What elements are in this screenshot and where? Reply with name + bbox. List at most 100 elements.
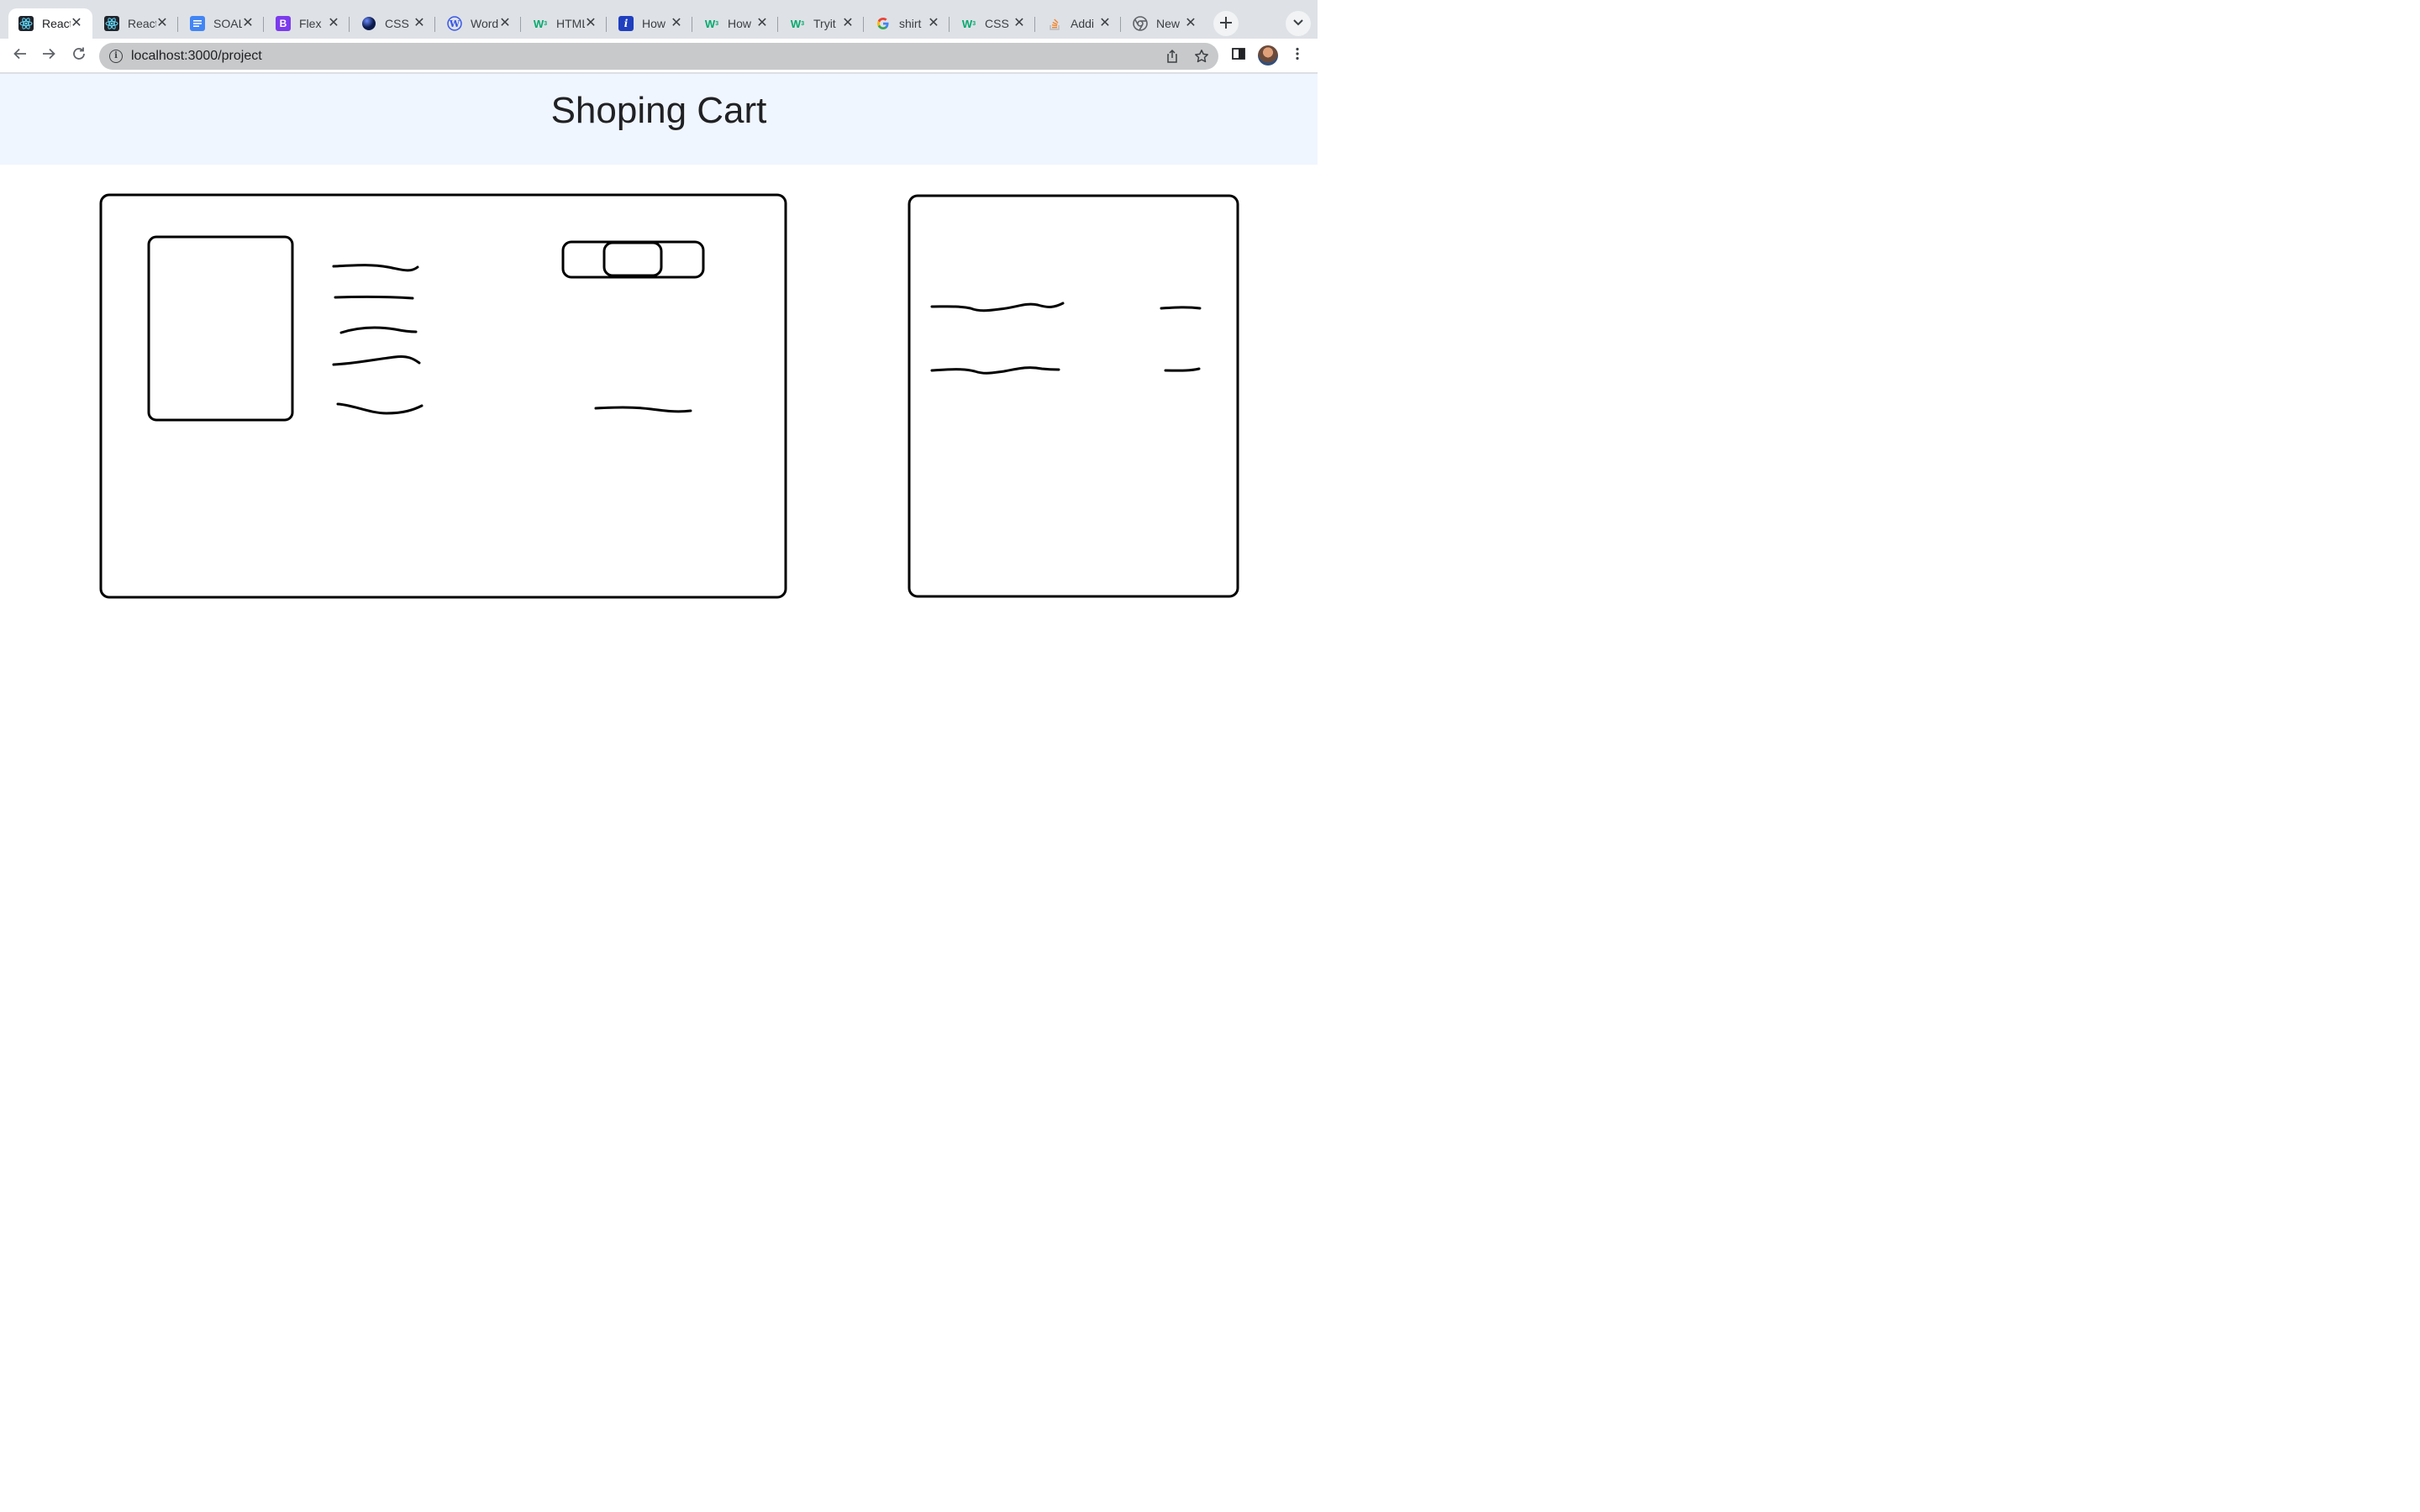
tab-label: React: [128, 17, 156, 30]
tab-shirt[interactable]: shirt ✕: [865, 8, 950, 39]
close-icon[interactable]: ✕: [583, 16, 598, 31]
tab-label: CSS: [985, 17, 1009, 30]
tab-how-1[interactable]: i How ✕: [608, 8, 692, 39]
tab-divider: [1034, 17, 1035, 32]
share-icon[interactable]: [1164, 48, 1181, 65]
w3schools-icon: W3: [961, 17, 976, 30]
tab-label: React: [42, 17, 71, 30]
profile-avatar[interactable]: [1258, 45, 1278, 66]
close-icon[interactable]: ✕: [497, 16, 513, 31]
tab-divider: [434, 17, 435, 32]
summary-label-line: [930, 366, 1060, 375]
close-icon[interactable]: ✕: [755, 16, 770, 31]
tab-label: Addi: [1071, 17, 1095, 30]
svg-text:W: W: [449, 18, 460, 29]
tab-css-2[interactable]: W3 CSS ✕: [951, 8, 1035, 39]
back-button[interactable]: [8, 44, 32, 67]
tab-tryit[interactable]: W3 Tryit ✕: [780, 8, 864, 39]
stackoverflow-icon: [1047, 16, 1062, 31]
tab-label: Flex: [299, 17, 322, 30]
w3schools-icon: W3: [533, 17, 548, 30]
w3schools-icon: W3: [704, 17, 719, 30]
item-price-line: [594, 406, 692, 413]
reload-icon: [71, 46, 87, 66]
side-panel-button[interactable]: [1228, 45, 1249, 66]
side-panel-icon: [1231, 46, 1246, 66]
tab-css-1[interactable]: CSS ✕: [351, 8, 435, 39]
tab-label: shirt: [899, 17, 922, 30]
plus-icon: [1219, 12, 1233, 35]
react-icon: [104, 16, 119, 31]
tab-label: New: [1156, 17, 1181, 30]
tab-how-2[interactable]: W3 How ✕: [694, 8, 778, 39]
more-vertical-icon: [1290, 46, 1305, 66]
browser-chrome: React ✕ React ✕ SOAL ✕ B Flex ✕ CSS ✕ W …: [0, 0, 1318, 74]
tab-strip: React ✕ React ✕ SOAL ✕ B Flex ✕ CSS ✕ W …: [0, 0, 1318, 39]
new-tab-button[interactable]: [1213, 11, 1239, 36]
reload-button[interactable]: [67, 44, 91, 67]
bootstrap-icon: B: [276, 16, 291, 31]
w3schools-icon: W3: [790, 17, 805, 30]
close-icon[interactable]: ✕: [1097, 16, 1113, 31]
docs-icon: [190, 16, 205, 31]
close-icon[interactable]: ✕: [69, 16, 84, 31]
product-text-line: [334, 295, 414, 300]
tab-html[interactable]: W3 HTML ✕: [523, 8, 607, 39]
quantity-control: [561, 240, 705, 279]
tab-divider: [863, 17, 864, 32]
tab-addi[interactable]: Addi ✕: [1037, 8, 1121, 39]
tab-divider: [777, 17, 778, 32]
tab-search-button[interactable]: [1286, 11, 1311, 36]
tab-word[interactable]: W Word ✕: [437, 8, 521, 39]
react-icon: [18, 16, 34, 31]
google-icon: [876, 16, 891, 31]
tab-divider: [349, 17, 350, 32]
tab-label: Word: [471, 17, 499, 30]
tab-react-1[interactable]: React ✕: [8, 8, 92, 39]
tab-divider: [520, 17, 521, 32]
summary-label-line: [930, 302, 1065, 312]
browser-toolbar: i localhost:3000/project: [0, 39, 1318, 73]
forward-button[interactable]: [37, 44, 60, 67]
arrow-right-icon: [41, 46, 56, 66]
quantity-value-box: [602, 241, 663, 277]
tab-label: How: [728, 17, 752, 30]
chrome-icon: [1133, 16, 1148, 31]
close-icon[interactable]: ✕: [926, 16, 941, 31]
summary-value-line: [1160, 306, 1202, 310]
tab-label: Tryit: [813, 17, 836, 30]
tab-divider: [263, 17, 264, 32]
browser-menu-button[interactable]: [1287, 45, 1307, 66]
close-icon[interactable]: ✕: [326, 16, 341, 31]
tab-label: SOAL: [213, 17, 242, 30]
product-text-line: [339, 326, 418, 334]
chevron-down-icon: [1292, 16, 1304, 32]
summary-value-line: [1164, 367, 1201, 372]
close-icon[interactable]: ✕: [240, 16, 255, 31]
tab-react-2[interactable]: React ✕: [94, 8, 178, 39]
close-icon[interactable]: ✕: [1012, 16, 1027, 31]
site-info-icon[interactable]: i: [109, 50, 123, 63]
tab-label: HTML: [556, 17, 585, 30]
close-icon[interactable]: ✕: [840, 16, 855, 31]
close-icon[interactable]: ✕: [669, 16, 684, 31]
close-icon[interactable]: ✕: [155, 16, 170, 31]
close-icon[interactable]: ✕: [1183, 16, 1198, 31]
tab-soal[interactable]: SOAL ✕: [180, 8, 264, 39]
globe-icon: [361, 16, 376, 31]
product-text-line: [332, 355, 421, 366]
product-text-line: [336, 402, 424, 415]
star-icon[interactable]: [1193, 48, 1210, 65]
product-text-line: [332, 264, 419, 272]
tab-flex[interactable]: B Flex ✕: [266, 8, 350, 39]
url-text: localhost:3000/project: [131, 49, 262, 63]
info-icon: i: [618, 16, 634, 31]
tab-label: CSS: [385, 17, 409, 30]
tab-new[interactable]: New ✕: [1123, 8, 1207, 39]
cart-wireframe-sketch: [99, 193, 1239, 599]
tab-divider: [1120, 17, 1121, 32]
tab-divider: [177, 17, 178, 32]
page-content: Shoping Cart: [0, 74, 1318, 823]
close-icon[interactable]: ✕: [412, 16, 427, 31]
address-bar[interactable]: i localhost:3000/project: [99, 43, 1218, 70]
